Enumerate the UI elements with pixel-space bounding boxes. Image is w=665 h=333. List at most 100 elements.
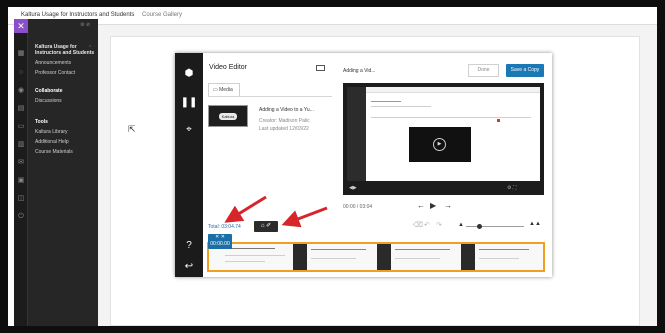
media-thumbnail[interactable]: Kaltura (208, 105, 248, 127)
total-time: Total: 03:04.74 (208, 224, 241, 230)
timeline-frame-dark (377, 244, 391, 270)
preview-topbar (366, 87, 540, 93)
save-a-copy-button[interactable]: Save a Copy (506, 64, 544, 77)
delete-icon[interactable]: ⌫ (413, 221, 423, 229)
breadcrumb-course-gallery[interactable]: Course Gallery (142, 12, 182, 18)
sidebar-icon-column: ✕ ▦ ○ ◉ ▤ ▭ ▥ ✉ ▣ ◫ ⏻ (14, 19, 28, 326)
timeline-frame-dark (461, 244, 475, 270)
preview-table-line (371, 117, 531, 118)
frame-line (479, 258, 519, 259)
preview-inner-video: ▶ (409, 127, 471, 162)
tab-divider (208, 96, 332, 97)
calendar-icon[interactable]: ▥ (16, 141, 26, 149)
screen-frame-left (0, 0, 8, 333)
course-sidebar: ✕ ▦ ○ ◉ ▤ ▭ ▥ ✉ ▣ ◫ ⏻ ⚙ ⊘ Kaltura Usage … (14, 19, 98, 326)
kaltura-logo-icon[interactable]: ✕ (14, 19, 28, 33)
messages-icon[interactable]: ✉ (16, 159, 26, 167)
step-back-icon[interactable]: ← (417, 201, 425, 211)
timeline-track[interactable] (207, 242, 545, 272)
timecode: 00:00 / 03:04 (343, 204, 373, 210)
sidebar-section-tools[interactable]: Tools (35, 119, 48, 125)
timeline-frame-dark (293, 244, 307, 270)
zoom-slider-knob[interactable] (477, 224, 482, 229)
play-icon[interactable]: ▶ (430, 201, 436, 211)
profile-icon[interactable]: ○ (16, 69, 26, 77)
timeline-frame (475, 244, 543, 270)
frame-line (395, 249, 450, 250)
sidebar-item-course-materials[interactable]: Course Materials (35, 149, 73, 155)
trash-icon: ⌂ (260, 223, 265, 229)
preview-settings-icon[interactable]: ⚙ ⛶ (507, 185, 516, 191)
cube-icon[interactable]: ⬢ (180, 67, 198, 81)
zoom-out-icon[interactable]: ▲ (458, 222, 464, 228)
tab-media-label: Media (219, 87, 233, 93)
cursor-icon[interactable]: ⌖ (180, 123, 198, 137)
preview-play-icon[interactable]: ◀▶ (349, 185, 357, 191)
step-forward-icon[interactable]: → (444, 201, 452, 211)
sidebar-item-kaltura-library[interactable]: Kaltura Library (35, 129, 68, 135)
sidebar-collapse-icon[interactable]: ⌃ (88, 45, 92, 51)
sidebar-section-collaborate[interactable]: Collaborate (35, 88, 63, 94)
course-name[interactable]: Kaltura Usage for Instructors and Studen… (21, 12, 134, 18)
mouse-pointer-icon: ⇱ (128, 124, 136, 134)
folder-icon: ▭ (213, 87, 218, 93)
thumbnail-label: Kaltura (219, 113, 237, 120)
split-trim-button[interactable]: ⌂ ✐ (254, 221, 278, 232)
screen: Kaltura Usage for Instructors and Studen… (0, 0, 665, 333)
signout-icon[interactable]: ⏻ (16, 213, 26, 221)
activity-icon[interactable]: ◉ (16, 87, 26, 95)
video-editor-modal: ⬢ ❚❚ ⌖ ? ↩ Video Editor ▭ Media Kaltura … (175, 53, 552, 277)
help-icon[interactable]: ? (180, 239, 198, 253)
done-button[interactable]: Done (468, 64, 499, 77)
timeline-frame (307, 244, 377, 270)
sidebar-settings-icon[interactable]: ⚙ ⊘ (80, 22, 90, 28)
preview-text-line (371, 101, 401, 102)
sidebar-course-heading[interactable]: Kaltura Usage for Instructors and Studen… (35, 44, 95, 56)
preview-screen: ▶ (347, 87, 540, 181)
screen-frame-right (657, 0, 665, 333)
editor-rail: ⬢ ❚❚ ⌖ ? ↩ (175, 53, 203, 277)
redo-icon[interactable]: ↷ (436, 221, 442, 229)
screen-frame-bottom (0, 326, 665, 333)
zoom-slider[interactable] (466, 226, 524, 227)
media-item-name[interactable]: Adding a Video to a Yu... (259, 107, 314, 113)
frame-line (311, 249, 366, 250)
preview-sidebar (347, 87, 366, 181)
course-topbar: Kaltura Usage for Instructors and Studen… (8, 7, 657, 25)
courses-icon[interactable]: ▤ (16, 105, 26, 113)
timeline-frame (391, 244, 461, 270)
back-icon[interactable]: ↩ (180, 260, 198, 274)
grades-icon[interactable]: ▣ (16, 177, 26, 185)
frame-line (311, 258, 356, 259)
minimize-icon[interactable] (316, 65, 325, 71)
pause-icon[interactable]: ❚❚ (180, 96, 198, 110)
preview-red-dot (497, 119, 500, 122)
sidebar-item-professor-contact[interactable]: Professor Contact (35, 70, 75, 76)
sidebar-item-discussions[interactable]: Discussions (35, 98, 62, 104)
tab-media[interactable]: ▭ Media (208, 83, 240, 96)
preview-text-line (371, 106, 431, 107)
frame-line (225, 248, 275, 249)
zoom-in-icon[interactable]: ▲▲ (529, 221, 541, 227)
screen-frame-top (0, 0, 665, 7)
preview-title: Adding a Vid... (343, 68, 376, 74)
playhead-handle-icon: ✕ ✕ (215, 234, 225, 240)
play-circle-icon: ▶ (433, 138, 446, 151)
frame-line (479, 249, 529, 250)
playhead-time: 00:00.00 (210, 241, 230, 247)
video-preview[interactable]: ▶ ◀▶ ⚙ ⛶ (343, 83, 544, 195)
frame-line (225, 261, 265, 262)
institution-icon[interactable]: ▦ (16, 50, 26, 58)
editor-title: Video Editor (209, 64, 248, 71)
organizations-icon[interactable]: ▭ (16, 123, 26, 131)
preview-controls: ◀▶ ⚙ ⛶ (347, 184, 540, 192)
tools-icon[interactable]: ◫ (16, 195, 26, 203)
playhead[interactable]: ✕ ✕ 00:00.00 (208, 234, 232, 249)
frame-line (395, 258, 440, 259)
sidebar-item-additional-help[interactable]: Additional Help (35, 139, 69, 145)
sidebar-item-announcements[interactable]: Announcements (35, 60, 71, 66)
media-item-creator: Creator: Madison Palic (259, 118, 310, 124)
pencil-icon: ✐ (266, 223, 272, 229)
undo-icon[interactable]: ↶ (424, 221, 430, 229)
media-item-updated: Last updated 12/03/22 (259, 126, 309, 132)
